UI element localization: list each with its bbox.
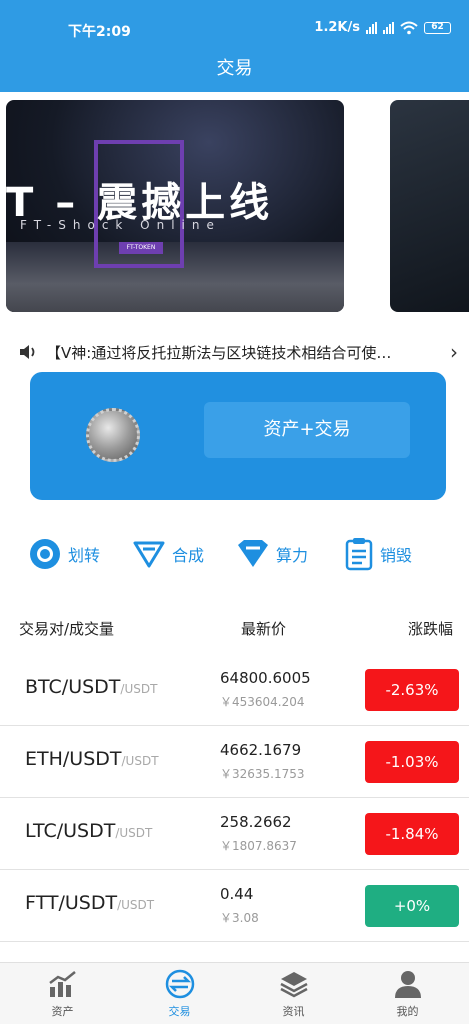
wifi-icon xyxy=(400,21,418,34)
battery-icon: 62 xyxy=(424,21,451,34)
network-speed: 1.2K/s xyxy=(314,20,360,35)
chevron-right-icon[interactable]: › xyxy=(442,340,458,364)
pair-quote: /USDT xyxy=(115,826,153,840)
status-indicators: 1.2K/s 62 xyxy=(314,20,451,35)
signal-icon-2 xyxy=(383,21,394,34)
tab-label: 我的 xyxy=(396,1005,419,1018)
shortcut-synthesize[interactable]: 合成 xyxy=(132,534,204,574)
assets-chart-icon xyxy=(49,971,76,997)
tab-trade[interactable]: 交易 xyxy=(121,963,238,1024)
profile-icon xyxy=(395,971,421,998)
coin-logo-icon xyxy=(86,408,140,462)
signal-icon xyxy=(366,21,377,34)
market-row-partial[interactable] xyxy=(0,942,469,962)
pair-quote: /USDT xyxy=(120,682,158,696)
cny-price: ￥3.08 xyxy=(220,911,259,925)
market-list-header: 交易对/成交量 最新价 涨跌幅 xyxy=(0,612,469,642)
column-header-pair[interactable]: 交易对/成交量 xyxy=(19,618,114,639)
market-row[interactable]: BTC/USDT/USDT 64800.6005 ￥453604.204 -2.63% xyxy=(0,654,469,726)
pair-quote: /USDT xyxy=(121,754,159,768)
asset-trade-button[interactable]: 资产+交易 xyxy=(204,402,410,458)
market-row[interactable]: FTT/USDT/USDT 0.44 ￥3.08 +0% xyxy=(0,870,469,942)
burn-icon xyxy=(345,538,373,571)
shortcut-label: 合成 xyxy=(172,546,205,565)
status-time: 下午2:09 xyxy=(68,24,131,40)
cny-price: ￥1807.8637 xyxy=(220,839,297,853)
transfer-icon xyxy=(30,539,60,569)
last-price: 258.2662 xyxy=(220,813,292,831)
shortcut-transfer[interactable]: 划转 xyxy=(28,534,100,574)
shortcut-row: 划转 合成 算力 销毁 xyxy=(26,534,446,574)
shortcut-label: 销毁 xyxy=(380,546,413,565)
banner-slide[interactable]: T – 震撼上线 FT-Shock Online FT-TOKEN xyxy=(6,100,344,312)
status-bar: 下午2:09 1.2K/s 62 xyxy=(0,0,469,46)
synthesize-icon xyxy=(133,541,165,568)
notice-text: 【V神:通过将反托拉斯法与区块链技术相结合可使… xyxy=(46,343,392,362)
pair-name: LTC/USDT/USDT xyxy=(25,820,152,842)
pair-base: ETH/USDT xyxy=(25,748,122,770)
shortcut-label: 算力 xyxy=(276,546,309,565)
market-row[interactable]: LTC/USDT/USDT 258.2662 ￥1807.8637 -1.84% xyxy=(0,798,469,870)
column-header-price[interactable]: 最新价 xyxy=(241,618,286,639)
shortcut-label: 划转 xyxy=(68,546,101,565)
pair-base: LTC/USDT xyxy=(25,820,116,842)
page-title: 交易 xyxy=(0,46,469,92)
shortcut-hashpower[interactable]: 算力 xyxy=(236,534,308,574)
last-price: 0.44 xyxy=(220,885,254,903)
pair-base: FTT/USDT xyxy=(25,892,118,914)
hashpower-icon xyxy=(238,540,268,567)
speaker-icon xyxy=(20,345,35,359)
tab-profile[interactable]: 我的 xyxy=(349,963,466,1024)
news-layers-icon xyxy=(280,972,308,998)
pair-name: FTT/USDT/USDT xyxy=(25,892,154,914)
last-price: 4662.1679 xyxy=(220,741,302,759)
trade-icon xyxy=(165,969,195,999)
cny-price: ￥453604.204 xyxy=(220,695,305,709)
change-badge[interactable]: +0% xyxy=(365,885,459,927)
tab-label: 交易 xyxy=(168,1005,191,1018)
last-price: 64800.6005 xyxy=(220,669,311,687)
pair-quote: /USDT xyxy=(117,898,155,912)
banner-subtitle: FT-Shock Online xyxy=(20,218,221,232)
banner-carousel[interactable]: T – 震撼上线 FT-Shock Online FT-TOKEN xyxy=(0,100,469,312)
change-badge[interactable]: -1.03% xyxy=(365,741,459,783)
notice-bar[interactable]: 【V神:通过将反托拉斯法与区块链技术相结合可使… › xyxy=(18,338,458,366)
tab-label: 资讯 xyxy=(282,1005,305,1018)
pair-name: ETH/USDT/USDT xyxy=(25,748,159,770)
cny-price: ￥32635.1753 xyxy=(220,767,305,781)
shortcut-burn[interactable]: 销毁 xyxy=(344,534,412,574)
column-header-change[interactable]: 涨跌幅 xyxy=(408,618,453,639)
market-row[interactable]: ETH/USDT/USDT 4662.1679 ￥32635.1753 -1.03% xyxy=(0,726,469,798)
bottom-tab-bar: 资产 交易 资讯 我的 xyxy=(0,962,469,1024)
pair-name: BTC/USDT/USDT xyxy=(25,676,157,698)
tab-news[interactable]: 资讯 xyxy=(235,963,352,1024)
asset-card: 资产+交易 xyxy=(30,372,446,500)
pair-base: BTC/USDT xyxy=(25,676,121,698)
tab-label: 资产 xyxy=(51,1005,74,1018)
banner-next-slide[interactable] xyxy=(390,100,469,312)
change-badge[interactable]: -1.84% xyxy=(365,813,459,855)
change-badge[interactable]: -2.63% xyxy=(365,669,459,711)
tab-assets[interactable]: 资产 xyxy=(4,963,121,1024)
banner-tag: FT-TOKEN xyxy=(119,242,163,254)
